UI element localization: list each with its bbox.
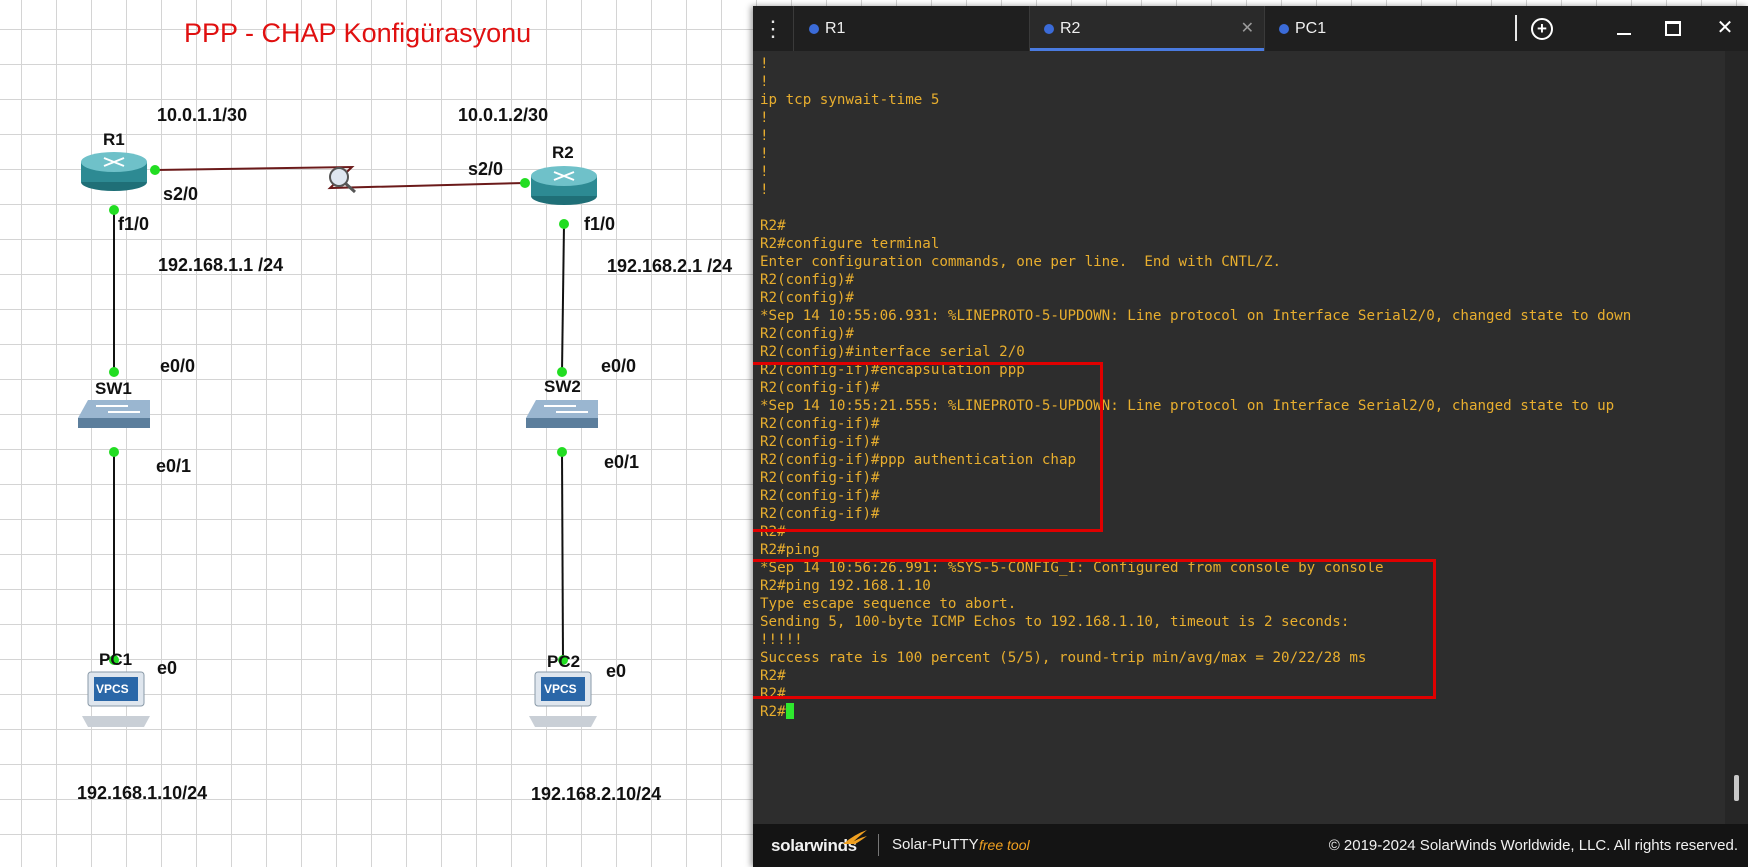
link-sw2-pc2 bbox=[561, 451, 564, 661]
switch-sw2-icon bbox=[526, 400, 598, 428]
terminal-line: ! bbox=[760, 74, 769, 90]
node-label-r1[interactable]: R1 bbox=[103, 130, 125, 150]
sw2-e01-label: e0/1 bbox=[604, 452, 640, 472]
session-status-dot-icon bbox=[1279, 24, 1289, 34]
tab-r1[interactable]: R1 bbox=[795, 6, 1030, 51]
status-footer: solarwinds Solar-PuTTY free tool © 2019-… bbox=[753, 824, 1748, 867]
r2-s20-label: s2/0 bbox=[468, 159, 504, 179]
vpcs-label: VPCS bbox=[96, 682, 129, 696]
sw1-e01-label: e0/1 bbox=[156, 456, 192, 476]
port-dot bbox=[557, 367, 567, 377]
node-label-sw1[interactable]: SW1 bbox=[95, 379, 132, 399]
terminal-line: ! bbox=[760, 56, 769, 72]
port-dot bbox=[109, 367, 119, 377]
tab-pc1[interactable]: PC1 bbox=[1265, 6, 1499, 51]
tab-bar: ⋮ R1 R2 ✕ PC1 + ✕ bbox=[753, 6, 1748, 51]
session-status-dot-icon bbox=[1044, 24, 1054, 34]
free-tool-tag: free tool bbox=[979, 837, 1030, 853]
vpcs-label: VPCS bbox=[544, 682, 577, 696]
pc1-ip-label: 192.168.1.10/24 bbox=[77, 783, 208, 803]
r1-lan-ip-label: 192.168.1.1 /24 bbox=[158, 255, 284, 275]
node-label-sw2[interactable]: SW2 bbox=[544, 377, 581, 397]
router-r1-icon bbox=[81, 152, 147, 191]
tab-close-icon[interactable]: ✕ bbox=[1241, 6, 1254, 51]
terminal-cursor bbox=[785, 703, 794, 719]
terminal-line: ! bbox=[760, 128, 769, 144]
new-session-plus-icon[interactable]: + bbox=[1522, 6, 1562, 51]
terminal-line: R2(config)#interface serial 2/0 bbox=[760, 344, 1025, 360]
scrollbar-thumb[interactable] bbox=[1734, 775, 1739, 801]
tab-label: R2 bbox=[1060, 20, 1081, 37]
terminal-line: *Sep 14 10:55:06.931: %LINEPROTO-5-UPDOW… bbox=[760, 308, 1632, 324]
tab-label: R1 bbox=[825, 20, 846, 37]
terminal-line: Enter configuration commands, one per li… bbox=[760, 254, 1282, 270]
pc2-vpcs-icon bbox=[529, 671, 597, 727]
pc1-vpcs-icon bbox=[82, 671, 150, 727]
r1-s20-label: s2/0 bbox=[163, 184, 199, 204]
terminal-line: ! bbox=[760, 164, 769, 180]
r2-lan-ip-label: 192.168.2.1 /24 bbox=[607, 256, 733, 276]
solar-putty-window: ⋮ R1 R2 ✕ PC1 + ✕ !! ip tcp synwait-time … bbox=[753, 6, 1748, 867]
port-dot bbox=[557, 447, 567, 457]
topology-title: PPP - CHAP Konfigürasyonu bbox=[184, 18, 532, 48]
terminal-line: R2(config)# bbox=[760, 272, 854, 288]
terminal-line: ! bbox=[760, 182, 769, 198]
tab-r2[interactable]: R2 ✕ bbox=[1030, 6, 1265, 51]
minimize-icon[interactable] bbox=[1604, 6, 1644, 51]
node-label-pc2[interactable]: PC2 bbox=[547, 652, 580, 672]
node-label-r2[interactable]: R2 bbox=[552, 143, 574, 163]
terminal-line: R2#configure terminal bbox=[760, 236, 940, 252]
tab-separator bbox=[1515, 15, 1517, 41]
terminal-line: R2# bbox=[760, 218, 786, 234]
footer-divider bbox=[878, 834, 879, 856]
terminal-scrollbar[interactable] bbox=[1725, 51, 1748, 824]
port-dot bbox=[150, 165, 160, 175]
router-r2-icon bbox=[531, 166, 597, 205]
sw1-e00-label: e0/0 bbox=[160, 356, 196, 376]
close-window-icon[interactable]: ✕ bbox=[1705, 6, 1745, 51]
topology-canvas[interactable]: PPP - CHAP Konfigürasyonu R1 R2 SW1 SW2 … bbox=[0, 0, 760, 867]
r2-f10-label: f1/0 bbox=[584, 214, 616, 234]
terminal-line: R2#ping bbox=[760, 542, 820, 558]
pc2-ip-label: 192.168.2.10/24 bbox=[531, 784, 662, 804]
r1-serial-ip-label: 10.0.1.1/30 bbox=[157, 105, 248, 125]
maximize-icon[interactable] bbox=[1653, 6, 1693, 51]
switch-sw1-icon bbox=[78, 400, 150, 428]
link-r2-sw2 bbox=[561, 223, 565, 373]
product-name: Solar-PuTTY bbox=[892, 836, 979, 853]
pc1-e0-label: e0 bbox=[157, 658, 178, 678]
terminal-line: R2# bbox=[760, 703, 1631, 721]
tab-label: PC1 bbox=[1295, 20, 1327, 37]
terminal-line: ! bbox=[760, 110, 769, 126]
terminal-line: ! bbox=[760, 146, 769, 162]
sw2-e00-label: e0/0 bbox=[601, 356, 637, 376]
kebab-menu-icon[interactable]: ⋮ bbox=[753, 6, 794, 51]
node-label-pc1[interactable]: PC1 bbox=[99, 650, 132, 670]
highlight-box-ppp-config bbox=[753, 362, 1103, 532]
highlight-box-ping-result bbox=[753, 559, 1436, 699]
terminal-screen[interactable]: !! ip tcp synwait-time 5!!!!! R2# R2#confi… bbox=[753, 51, 1725, 824]
copyright-text: © 2019-2024 SolarWinds Worldwide, LLC. A… bbox=[1328, 837, 1738, 854]
r2-serial-ip-label: 10.0.1.2/30 bbox=[458, 105, 549, 125]
session-status-dot-icon bbox=[809, 24, 819, 34]
port-dot bbox=[520, 178, 530, 188]
solarwinds-flame-icon bbox=[843, 830, 867, 844]
r1-f10-label: f1/0 bbox=[118, 214, 150, 234]
port-dot bbox=[559, 219, 569, 229]
pc2-e0-label: e0 bbox=[606, 661, 627, 681]
terminal-line: R2(config)# bbox=[760, 326, 854, 342]
terminal-line: ip tcp synwait-time 5 bbox=[760, 92, 940, 108]
terminal-line: R2(config)# bbox=[760, 290, 854, 306]
port-dot bbox=[109, 447, 119, 457]
